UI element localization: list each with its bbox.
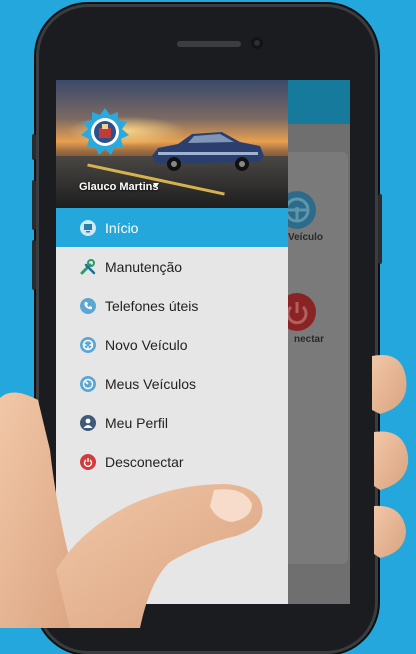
phone-icon (80, 297, 96, 314)
menu-item-label: Telefones úteis (105, 297, 199, 314)
user-icon (80, 414, 96, 431)
menu-item-inicio[interactable]: Início (56, 208, 288, 247)
background-tile-vehicle-label: Veículo (288, 232, 324, 243)
menu-item-label: Meu Perfil (105, 414, 169, 431)
phone-screen: Veículo nectar Glauco Martins Início Man… (56, 80, 350, 604)
menu-item-label: Desconectar (105, 453, 184, 470)
volume-down-button (32, 240, 36, 290)
car-image (152, 132, 264, 171)
user-name[interactable]: Glauco Martins (79, 181, 158, 193)
drawer-menu: Início Manutenção Telefones úteis Novo V… (56, 208, 288, 481)
menu-item-label: Manutenção (105, 258, 183, 275)
volume-up-button (32, 180, 36, 230)
earpiece-speaker (177, 41, 241, 47)
power-icon (80, 453, 96, 470)
chevron-down-icon[interactable] (153, 183, 159, 187)
menu-item-novo-veiculo[interactable]: Novo Veículo (56, 325, 288, 364)
front-camera (251, 37, 263, 49)
avatar[interactable] (81, 108, 129, 156)
mute-switch (32, 134, 36, 160)
steering-wheel-icon (80, 336, 96, 353)
navigation-drawer: Glauco Martins Início Manutenção Telefon… (56, 80, 288, 604)
monitor-icon (80, 219, 96, 236)
menu-item-desconectar[interactable]: Desconectar (56, 442, 288, 481)
wrench-screwdriver-icon (80, 258, 96, 275)
background-tile-disconnect-label: nectar (294, 334, 325, 345)
speedometer-icon (80, 375, 96, 392)
menu-item-telefones[interactable]: Telefones úteis (56, 286, 288, 325)
menu-item-manutencao[interactable]: Manutenção (56, 247, 288, 286)
drawer-header: Glauco Martins (56, 80, 288, 208)
power-side-button (378, 194, 382, 264)
menu-item-meus-veiculos[interactable]: Meus Veículos (56, 364, 288, 403)
menu-item-label: Meus Veículos (105, 375, 197, 392)
menu-item-label: Novo Veículo (105, 336, 188, 353)
menu-item-label: Início (105, 219, 139, 236)
menu-item-meu-perfil[interactable]: Meu Perfil (56, 403, 288, 442)
